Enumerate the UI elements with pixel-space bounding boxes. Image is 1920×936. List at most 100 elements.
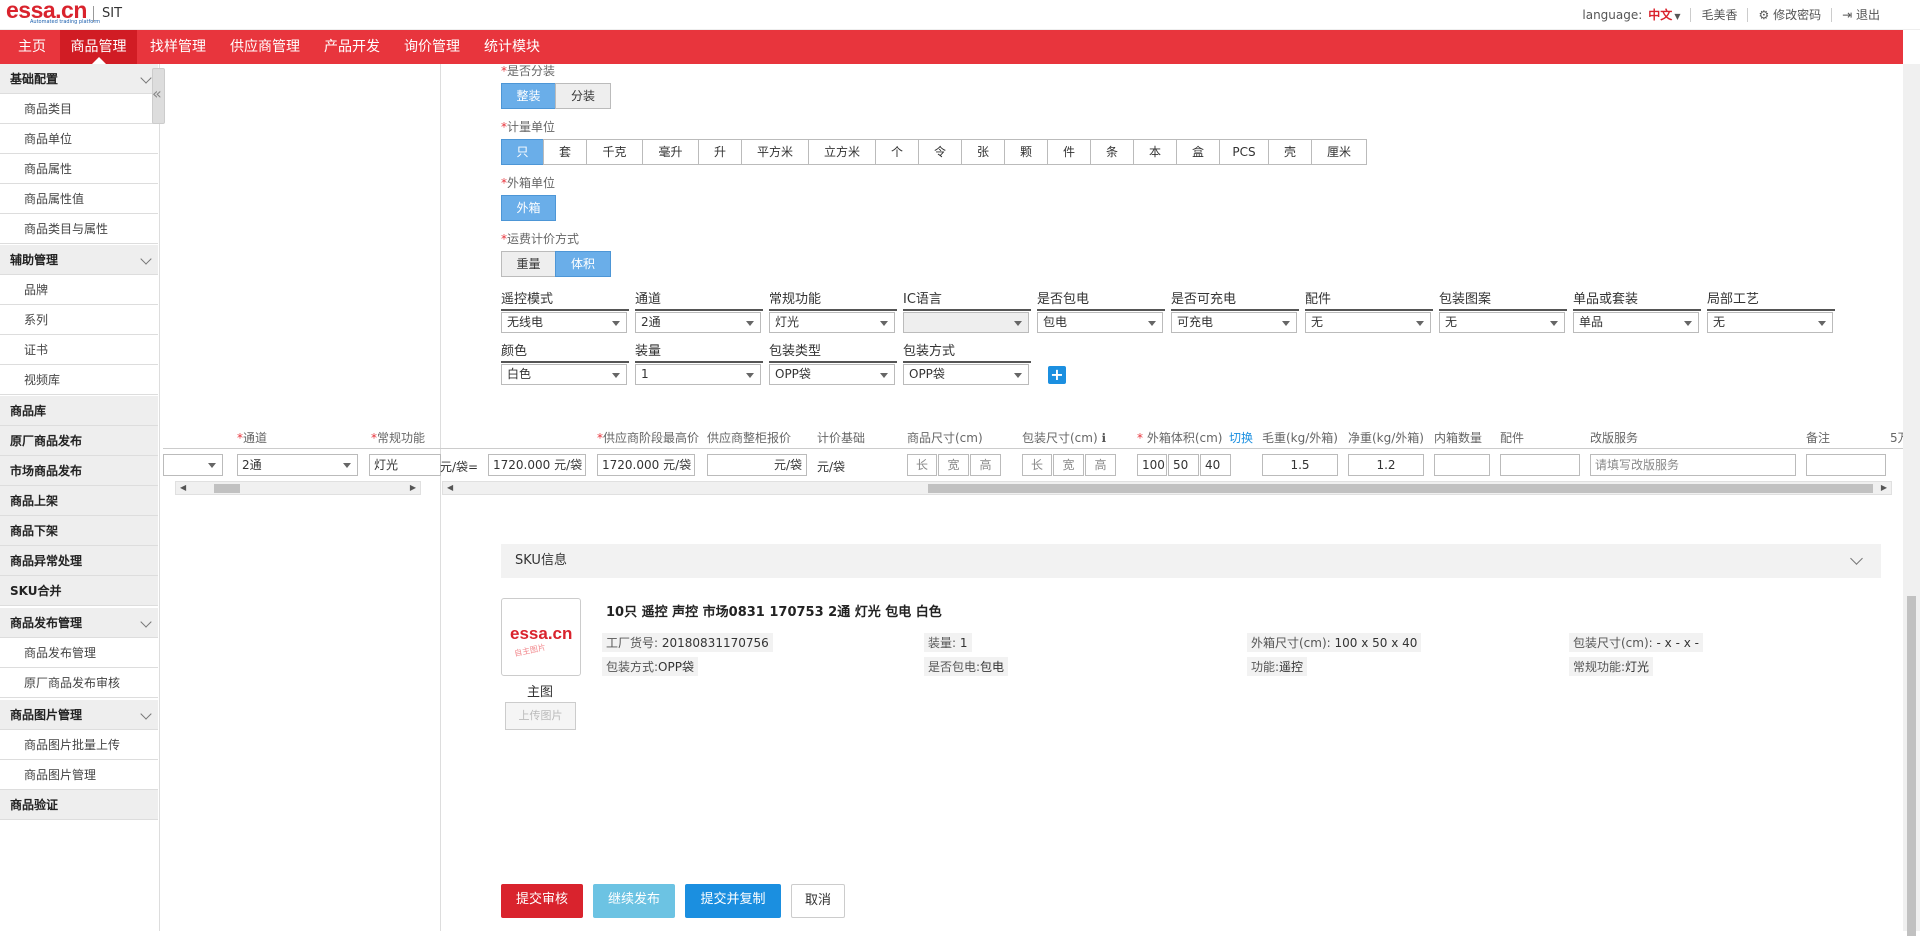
nav-item-sample[interactable]: 找样管理	[142, 30, 214, 64]
sidebar-item-video[interactable]: 视频库	[0, 365, 158, 395]
select-remote-mode[interactable]: 无线电	[501, 312, 627, 333]
logout-link[interactable]: ⇥ 退出	[1842, 6, 1880, 23]
unit-option[interactable]: 颗	[1004, 139, 1048, 165]
select-accessory[interactable]: 无	[1305, 312, 1431, 333]
price-input[interactable]: 1720.000 元/袋	[488, 454, 586, 476]
gross-weight-input[interactable]: 1.5	[1262, 454, 1338, 476]
upload-image-button[interactable]: 上传图片	[505, 702, 576, 730]
unit-option[interactable]: 本	[1133, 139, 1177, 165]
sidebar-item-certificate[interactable]: 证书	[0, 335, 158, 365]
sidebar-group-verify[interactable]: 商品验证	[0, 790, 158, 820]
package-width-input[interactable]: 宽	[1053, 454, 1084, 476]
sidebar-item-attribute[interactable]: 商品属性	[0, 154, 158, 184]
unit-option[interactable]: 个	[875, 139, 919, 165]
submit-review-button[interactable]: 提交审核	[501, 884, 583, 918]
submit-copy-button[interactable]: 提交并复制	[685, 884, 781, 918]
unit-option[interactable]: 平方米	[741, 139, 809, 165]
cancel-button[interactable]: 取消	[791, 884, 845, 918]
unit-option[interactable]: 条	[1090, 139, 1134, 165]
page-scrollbar[interactable]	[1903, 64, 1920, 936]
user-name[interactable]: 毛美香	[1701, 6, 1737, 23]
scroll-left-icon[interactable]: ◀	[447, 483, 453, 492]
select-rechargeable[interactable]: 可充电	[1171, 312, 1297, 333]
select-function[interactable]: 灯光	[769, 312, 895, 333]
select-quantity[interactable]: 1	[635, 364, 761, 385]
grid-select-channel[interactable]: 2通	[237, 454, 358, 476]
scroll-right-icon[interactable]: ▶	[410, 483, 416, 492]
unit-option[interactable]: 壳	[1268, 139, 1312, 165]
select-package-method[interactable]: OPP袋	[903, 364, 1029, 385]
select-battery-included[interactable]: 包电	[1037, 312, 1163, 333]
sidebar-group-goods-lib[interactable]: 商品库	[0, 396, 158, 426]
outer-width-input[interactable]: 50	[1168, 454, 1199, 476]
select-color[interactable]: 白色	[501, 364, 627, 385]
scrollbar-thumb[interactable]	[1907, 596, 1916, 936]
unit-option[interactable]: 盒	[1176, 139, 1220, 165]
nav-item-product-dev[interactable]: 产品开发	[316, 30, 388, 64]
nav-item-goods[interactable]: 商品管理	[60, 30, 137, 64]
sidebar-item-unit[interactable]: 商品单位	[0, 124, 158, 154]
collapse-sidebar-icon[interactable]: «	[152, 84, 162, 104]
revision-input[interactable]: 请填写改版服务	[1590, 454, 1796, 476]
unit-option[interactable]: 张	[961, 139, 1005, 165]
cabinet-price-input[interactable]: 元/袋	[707, 454, 807, 476]
unit-option[interactable]: 千克	[586, 139, 643, 165]
sidebar-group-unshelve[interactable]: 商品下架	[0, 516, 158, 546]
package-length-input[interactable]: 长	[1022, 454, 1052, 476]
sidebar-group-publish-mgmt[interactable]: 商品发布管理	[0, 608, 158, 638]
select-ic-language[interactable]	[903, 312, 1029, 333]
sidebar-item-series[interactable]: 系列	[0, 305, 158, 335]
select-channel[interactable]: 2通	[635, 312, 761, 333]
remark-input[interactable]	[1806, 454, 1886, 476]
unit-option[interactable]: 立方米	[808, 139, 876, 165]
left-grid-scrollbar[interactable]: ◀ ▶	[175, 481, 421, 495]
grid-select-truncated[interactable]	[163, 454, 223, 476]
chevron-down-icon[interactable]	[1850, 552, 1863, 565]
inner-count-input[interactable]	[1434, 454, 1490, 476]
sidebar-group-image-mgmt[interactable]: 商品图片管理	[0, 700, 158, 730]
sidebar-group-aux[interactable]: 辅助管理	[0, 245, 158, 275]
scroll-right-icon[interactable]: ▶	[1881, 483, 1887, 492]
goods-width-input[interactable]: 宽	[938, 454, 969, 476]
sidebar-group-factory-publish[interactable]: 原厂商品发布	[0, 426, 158, 456]
sidebar-group-market-publish[interactable]: 市场商品发布	[0, 456, 158, 486]
select-single-or-set[interactable]: 单品	[1573, 312, 1699, 333]
select-pattern[interactable]: 无	[1439, 312, 1565, 333]
right-grid-scrollbar[interactable]: ◀ ▶	[442, 481, 1892, 495]
sidebar-item-publish-mgmt[interactable]: 商品发布管理	[0, 638, 158, 668]
sku-info-header[interactable]: SKU信息	[501, 544, 1881, 578]
select-package-type[interactable]: OPP袋	[769, 364, 895, 385]
split-option-whole[interactable]: 整装	[501, 83, 556, 109]
accessory-input[interactable]	[1500, 454, 1580, 476]
sidebar-group-exception[interactable]: 商品异常处理	[0, 546, 158, 576]
sidebar-item-brand[interactable]: 品牌	[0, 275, 158, 305]
goods-height-input[interactable]: 高	[970, 454, 1001, 476]
unit-option[interactable]: 升	[698, 139, 742, 165]
continue-publish-button[interactable]: 继续发布	[593, 884, 675, 918]
scrollbar-thumb[interactable]	[214, 484, 240, 493]
sidebar-item-image-mgmt[interactable]: 商品图片管理	[0, 760, 158, 790]
sidebar-item-factory-review[interactable]: 原厂商品发布审核	[0, 668, 158, 698]
outer-unit-option[interactable]: 外箱	[501, 195, 556, 221]
sidebar-item-attribute-value[interactable]: 商品属性值	[0, 184, 158, 214]
unit-option[interactable]: 厘米	[1311, 139, 1367, 165]
unit-option[interactable]: 件	[1047, 139, 1091, 165]
sidebar-group-shelve[interactable]: 商品上架	[0, 486, 158, 516]
outer-height-input[interactable]: 40	[1200, 454, 1231, 476]
nav-item-inquiry[interactable]: 询价管理	[396, 30, 468, 64]
net-weight-input[interactable]: 1.2	[1348, 454, 1424, 476]
unit-option[interactable]: 毫升	[642, 139, 699, 165]
sidebar-group-basic-config[interactable]: 基础配置	[0, 64, 158, 94]
max-price-input[interactable]: 1720.000 元/袋	[597, 454, 695, 476]
goods-length-input[interactable]: 长	[907, 454, 937, 476]
sku-main-image[interactable]: essa.cn 自主图片	[501, 598, 581, 676]
unit-option[interactable]: 令	[918, 139, 962, 165]
sidebar-group-sku-merge[interactable]: SKU合并	[0, 576, 158, 606]
change-password-link[interactable]: ⚙ 修改密码	[1758, 6, 1821, 23]
sidebar-item-category-attribute[interactable]: 商品类目与属性	[0, 214, 158, 244]
sidebar-item-category[interactable]: 商品类目	[0, 94, 158, 124]
nav-item-supplier[interactable]: 供应商管理	[222, 30, 308, 64]
select-craft[interactable]: 无	[1707, 312, 1833, 333]
freight-option-weight[interactable]: 重量	[501, 251, 556, 277]
unit-option[interactable]: 套	[543, 139, 587, 165]
